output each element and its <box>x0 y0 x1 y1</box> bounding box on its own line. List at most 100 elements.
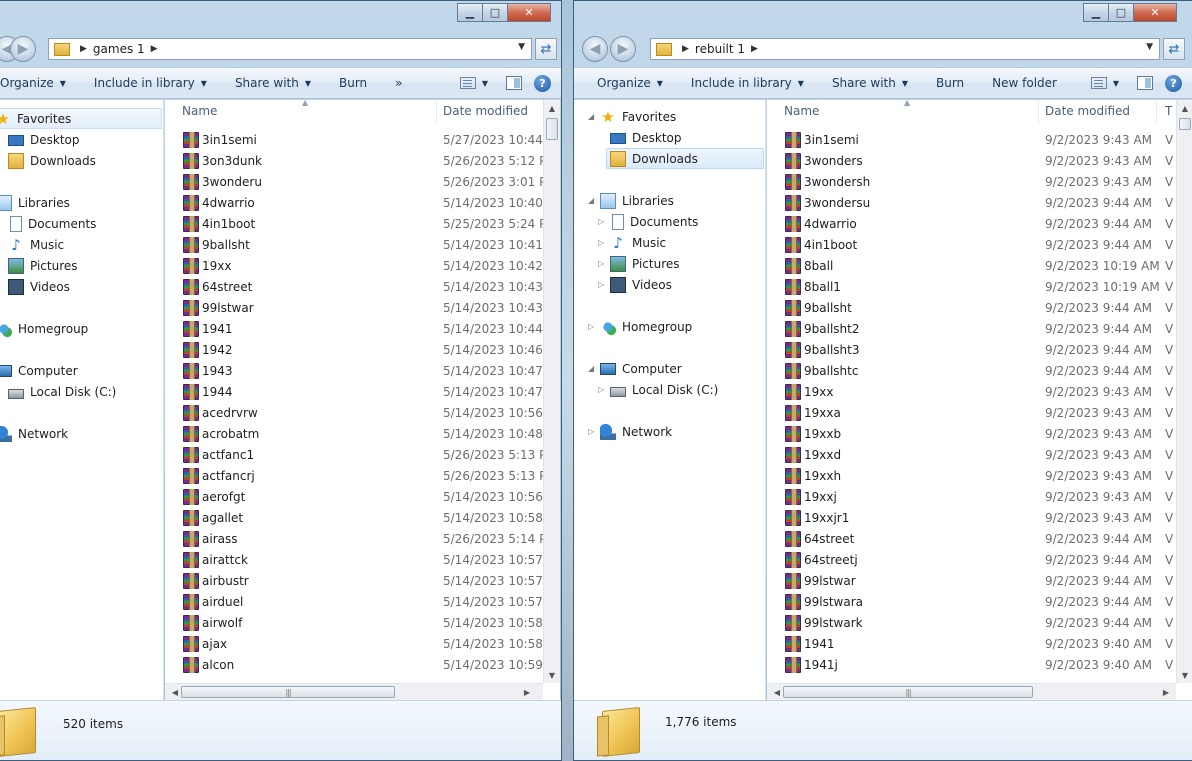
file-row[interactable]: airduel 5/14/2023 10:57 AM <box>165 591 560 612</box>
horizontal-scrollbar[interactable]: ◀ ||| ▶ <box>767 683 1176 700</box>
nav-local-disk[interactable]: Local Disk (C:) <box>8 381 116 402</box>
collapsed-arrow-icon[interactable]: ▷ <box>588 427 598 436</box>
collapsed-arrow-icon[interactable]: ▷ <box>598 238 608 247</box>
collapsed-arrow-icon[interactable]: ▷ <box>588 322 598 331</box>
file-row[interactable]: 1942 5/14/2023 10:46 AM <box>165 339 560 360</box>
nav-videos[interactable]: ▷ Videos <box>598 274 672 295</box>
vertical-scrollbar[interactable]: ▲ ▼ <box>1176 100 1192 683</box>
file-row[interactable]: 19xxd 9/2/2023 9:43 AM V <box>767 444 1192 465</box>
maximize-button[interactable]: □ <box>482 3 508 22</box>
file-row[interactable]: 3wonderu 5/26/2023 3:01 PM <box>165 171 560 192</box>
nav-pictures[interactable]: ▷ Pictures <box>598 253 680 274</box>
file-row[interactable]: agallet 5/14/2023 10:58 AM <box>165 507 560 528</box>
file-row[interactable]: 19xxa 9/2/2023 9:43 AM V <box>767 402 1192 423</box>
file-row[interactable]: 64street 9/2/2023 9:44 AM V <box>767 528 1192 549</box>
expanded-arrow-icon[interactable]: ◢ <box>588 196 598 205</box>
collapsed-arrow-icon[interactable]: ▷ <box>598 385 608 394</box>
file-row[interactable]: airattck 5/14/2023 10:57 AM <box>165 549 560 570</box>
nav-music[interactable]: ▷ ♪ Music <box>598 232 666 253</box>
scroll-thumb[interactable]: ||| <box>783 686 1033 698</box>
forward-button[interactable]: ▶ <box>10 36 36 62</box>
nav-computer[interactable]: Computer <box>0 360 78 381</box>
nav-favorites[interactable]: ◢ ★ Favorites <box>588 106 676 127</box>
preview-pane-icon[interactable] <box>506 76 522 90</box>
collapsed-arrow-icon[interactable]: ▷ <box>598 280 608 289</box>
refresh-button[interactable]: ⇄ <box>1163 38 1185 60</box>
nav-downloads[interactable]: Downloads <box>606 148 764 169</box>
breadcrumb-arrow-icon[interactable]: ▶ <box>682 44 689 54</box>
collapsed-arrow-icon[interactable]: ▷ <box>598 259 608 268</box>
file-row[interactable]: 9ballsht 9/2/2023 9:44 AM V <box>767 297 1192 318</box>
breadcrumb-arrow-icon[interactable]: ▶ <box>80 44 87 54</box>
nav-homegroup[interactable]: Homegroup <box>0 318 88 339</box>
file-row[interactable]: 99lstwark 9/2/2023 9:44 AM V <box>767 612 1192 633</box>
nav-desktop[interactable]: Desktop <box>8 129 80 150</box>
file-row[interactable]: actfanc1 5/26/2023 5:13 PM <box>165 444 560 465</box>
preview-pane-icon[interactable] <box>1137 76 1153 90</box>
file-row[interactable]: 19xx 5/14/2023 10:42 AM <box>165 255 560 276</box>
burn-button[interactable]: Burn <box>325 76 381 90</box>
address-dropdown-icon[interactable]: ▼ <box>1146 42 1153 52</box>
expanded-arrow-icon[interactable]: ◢ <box>588 364 598 373</box>
file-row[interactable]: 99lstwar 9/2/2023 9:44 AM V <box>767 570 1192 591</box>
file-row[interactable]: 19xxh 9/2/2023 9:43 AM V <box>767 465 1192 486</box>
include-in-library-button[interactable]: Include in library ▼ <box>677 76 818 90</box>
file-row[interactable]: airwolf 5/14/2023 10:58 AM <box>165 612 560 633</box>
file-row[interactable]: 3in1semi 5/27/2023 10:44 AM <box>165 129 560 150</box>
nav-favorites[interactable]: ★ Favorites <box>0 108 162 129</box>
column-date-modified[interactable]: Date modified <box>1045 104 1130 118</box>
refresh-button[interactable]: ⇄ <box>535 38 557 60</box>
scroll-right-icon[interactable]: ▶ <box>1158 684 1174 700</box>
file-row[interactable]: 3on3dunk 5/26/2023 5:12 PM <box>165 150 560 171</box>
file-row[interactable]: actfancrj 5/26/2023 5:13 PM <box>165 465 560 486</box>
file-row[interactable]: 1941 5/14/2023 10:44 AM <box>165 318 560 339</box>
expanded-arrow-icon[interactable]: ◢ <box>588 112 598 121</box>
close-button[interactable]: ✕ <box>507 3 551 22</box>
scroll-thumb[interactable] <box>1179 118 1191 130</box>
breadcrumb-arrow-icon[interactable]: ▶ <box>751 44 758 54</box>
file-row[interactable]: acedrvrw 5/14/2023 10:56 AM <box>165 402 560 423</box>
scroll-down-icon[interactable]: ▼ <box>544 667 560 683</box>
file-row[interactable]: airbustr 5/14/2023 10:57 AM <box>165 570 560 591</box>
file-row[interactable]: 9ballsht3 9/2/2023 9:44 AM V <box>767 339 1192 360</box>
nav-documents[interactable]: Documents <box>8 213 96 234</box>
nav-local-disk[interactable]: ▷ Local Disk (C:) <box>598 379 718 400</box>
nav-music[interactable]: ♪ Music <box>8 234 64 255</box>
file-row[interactable]: 99lstwara 9/2/2023 9:44 AM V <box>767 591 1192 612</box>
scroll-down-icon[interactable]: ▼ <box>1177 667 1192 683</box>
maximize-button[interactable]: □ <box>1108 3 1134 22</box>
forward-button[interactable]: ▶ <box>610 36 636 62</box>
file-row[interactable]: 1944 5/14/2023 10:47 AM <box>165 381 560 402</box>
scroll-right-icon[interactable]: ▶ <box>519 684 535 700</box>
organize-button[interactable]: Organize ▼ <box>0 76 80 90</box>
chevron-down-icon[interactable]: ▼ <box>1113 79 1119 88</box>
file-row[interactable]: 19xxjr1 9/2/2023 9:43 AM V <box>767 507 1192 528</box>
file-row[interactable]: 4in1boot 5/25/2023 5:24 PM <box>165 213 560 234</box>
horizontal-scrollbar[interactable]: ◀ ||| ▶ <box>165 683 543 700</box>
nav-documents[interactable]: ▷ Documents <box>598 211 698 232</box>
file-row[interactable]: 4dwarrio 5/14/2023 10:40 AM <box>165 192 560 213</box>
file-row[interactable]: 9ballsht 5/14/2023 10:41 AM <box>165 234 560 255</box>
scroll-thumb[interactable]: ||| <box>181 686 395 698</box>
file-row[interactable]: 1941j 9/2/2023 9:40 AM V <box>767 654 1192 675</box>
new-folder-button[interactable]: New folder <box>978 76 1071 90</box>
share-with-button[interactable]: Share with ▼ <box>818 76 922 90</box>
breadcrumb-current[interactable]: games 1 <box>93 42 145 56</box>
nav-downloads[interactable]: Downloads <box>8 150 96 171</box>
minimize-button[interactable]: ▁ <box>457 3 483 22</box>
file-row[interactable]: 8ball 9/2/2023 10:19 AM V <box>767 255 1192 276</box>
column-type[interactable]: T <box>1165 104 1172 118</box>
close-button[interactable]: ✕ <box>1133 3 1177 22</box>
nav-libraries[interactable]: ◢ Libraries <box>588 190 674 211</box>
help-icon[interactable]: ? <box>534 74 551 92</box>
scroll-thumb[interactable] <box>546 118 558 140</box>
collapsed-arrow-icon[interactable]: ▷ <box>598 217 608 226</box>
address-dropdown-icon[interactable]: ▼ <box>518 42 525 52</box>
file-row[interactable]: 8ball1 9/2/2023 10:19 AM V <box>767 276 1192 297</box>
file-row[interactable]: 3wondersu 9/2/2023 9:44 AM V <box>767 192 1192 213</box>
file-row[interactable]: 4dwarrio 9/2/2023 9:44 AM V <box>767 213 1192 234</box>
address-bar[interactable]: ▶ rebuilt 1 ▶ ▼ <box>650 38 1160 60</box>
file-row[interactable]: 3wondersh 9/2/2023 9:43 AM V <box>767 171 1192 192</box>
file-row[interactable]: 64street 5/14/2023 10:43 AM <box>165 276 560 297</box>
column-divider[interactable] <box>436 100 437 124</box>
